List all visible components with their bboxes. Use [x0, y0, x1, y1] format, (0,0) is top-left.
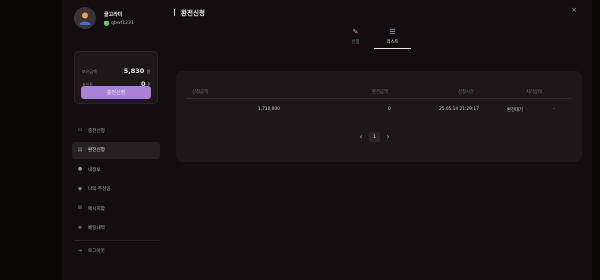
exchange-amount: 0	[388, 107, 391, 112]
table-header: 신청금액 환전금액 신청시간 처리상태	[186, 87, 572, 99]
mail-icon: ✉	[77, 205, 83, 211]
sidebar-item-bets[interactable]: ≣ 베팅내역	[72, 220, 160, 237]
tab-bar: ✎ 신청 ☰ 리스트	[337, 27, 411, 49]
list-icon: ≣	[77, 224, 83, 231]
sidebar-divider	[74, 240, 160, 241]
request-time: 25.05.14 21:29:17	[439, 107, 479, 112]
profile-name: 쿨고라미	[104, 11, 123, 18]
sidebar-menu: ▭ 충전신청 ▤ 환전신청 ● 내정보 ◉ 나의 추천인 ✉ 메시지함 ≣ 베팅내역	[72, 122, 160, 239]
avatar-icon	[79, 12, 91, 25]
status: 환전대기	[507, 108, 523, 113]
page-title: 환전신청	[174, 7, 205, 17]
sidebar-item-messages[interactable]: ✉ 메시지함	[72, 200, 160, 217]
sidebar-item-label: 충전신청	[88, 128, 105, 134]
wallet-icon: ▭	[77, 127, 83, 133]
title-bar	[174, 8, 175, 16]
logout-button[interactable]: ⇥ 로그아웃	[77, 248, 105, 254]
sidebar-item-label: 메시지함	[88, 206, 105, 212]
tab-label: 신청	[351, 40, 360, 45]
people-icon: ◉	[77, 185, 83, 192]
close-icon[interactable]: ×	[571, 6, 577, 14]
tab-apply[interactable]: ✎ 신청	[337, 27, 374, 49]
column-header: 신청시간	[458, 90, 474, 95]
sidebar-item-exchange[interactable]: ▤ 환전신청	[72, 141, 160, 159]
row-action: -	[553, 107, 555, 112]
sidebar-item-label: 내정보	[88, 167, 101, 173]
tab-list[interactable]: ☰ 리스트	[374, 27, 411, 49]
sidebar-item-label: 나의 추천인	[88, 187, 111, 192]
page-number[interactable]: 1	[369, 132, 380, 142]
sidebar-item-label: 환전신청	[88, 148, 105, 153]
card-icon: ▤	[77, 146, 83, 153]
sidebar: 쿨고라미 qbwf1231 보유금액 5,830 원 포인트 0P 충전신청 ▭ 충…	[62, 0, 167, 280]
modal-window: 쿨고라미 qbwf1231 보유금액 5,830 원 포인트 0P 충전신청 ▭ 충…	[62, 0, 592, 280]
sidebar-item-label: 베팅내역	[88, 226, 105, 231]
column-header: 신청금액	[192, 90, 208, 95]
charge-button[interactable]: 충전신청	[81, 86, 151, 99]
column-header: 처리상태	[526, 90, 542, 95]
tab-label: 리스트	[386, 40, 399, 45]
user-icon: ●	[77, 166, 83, 172]
logout-label: 로그아웃	[88, 249, 105, 254]
profile: 쿨고라미 qbwf1231	[74, 7, 134, 29]
column-header: 환전금액	[372, 90, 388, 95]
pagination: ‹ 1 ›	[356, 132, 393, 142]
shield-icon	[104, 20, 109, 26]
exchange-list-panel: 신청금액 환전금액 신청시간 처리상태 1,710,000 0 25.05.14…	[176, 71, 582, 162]
list-icon: ☰	[389, 28, 396, 36]
sidebar-item-charge[interactable]: ▭ 충전신청	[72, 122, 160, 139]
sidebar-item-referrals[interactable]: ◉ 나의 추천인	[72, 181, 160, 198]
pencil-icon: ✎	[352, 28, 359, 36]
request-amount: 1,710,000	[258, 107, 280, 112]
page-title-text: 환전신청	[181, 9, 205, 17]
logout-icon: ⇥	[77, 247, 83, 254]
next-page-icon[interactable]: ›	[383, 133, 393, 141]
profile-id: qbwf1231	[111, 20, 134, 26]
main-content: 환전신청 × ✎ 신청 ☰ 리스트 신청금액 환전금액 신청시간 처리상태 1,…	[167, 0, 592, 280]
balance-card: 보유금액 5,830 원 포인트 0P 충전신청	[74, 51, 158, 104]
sidebar-item-myinfo[interactable]: ● 내정보	[72, 161, 160, 178]
table-row[interactable]: 1,710,000 0 25.05.14 21:29:17 환전대기 -	[186, 105, 572, 117]
prev-page-icon[interactable]: ‹	[356, 133, 366, 141]
avatar	[74, 7, 96, 29]
